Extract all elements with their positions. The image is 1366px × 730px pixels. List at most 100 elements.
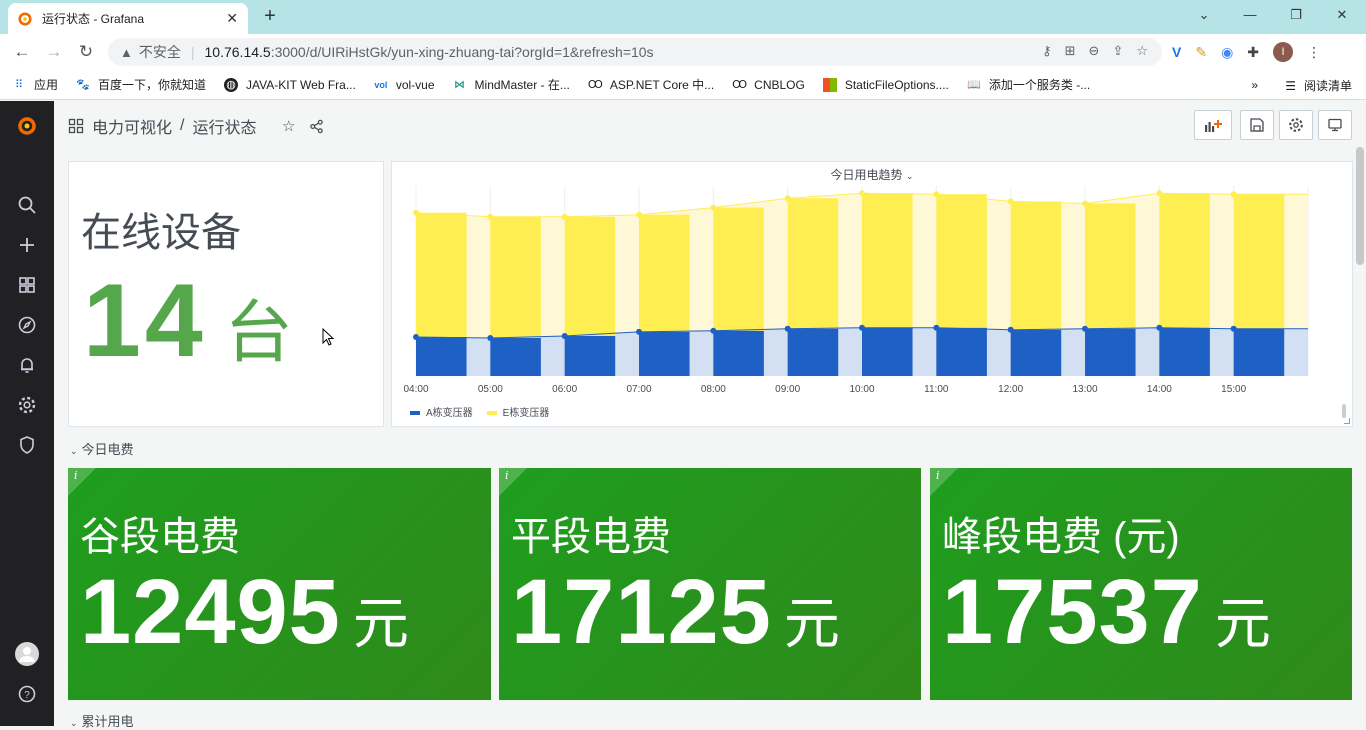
series-line-e-point-08:00[interactable] [710, 204, 717, 211]
bar-e-13:00[interactable] [1085, 203, 1136, 329]
series-line-e-point-10:00[interactable] [859, 190, 865, 197]
bar-e-08:00[interactable] [713, 207, 764, 331]
more-bookmarks-button[interactable]: » [1251, 78, 1258, 92]
bar-a-15:00[interactable] [1233, 328, 1285, 376]
bookmark-javakit[interactable]: ◍ JAVA-KIT Web Fra... [224, 77, 356, 92]
series-line-e-point-13:00[interactable] [1082, 200, 1088, 207]
share-icon[interactable] [309, 119, 324, 134]
address-bar[interactable]: ▲ 不安全 | 10.76.14.5 :3000/d/UIRiHstGk/yun… [108, 38, 1162, 66]
fee-panel-flat[interactable]: i 平段电费 17125 元 [499, 468, 921, 700]
bar-e-09:00[interactable] [787, 198, 839, 329]
bookmark-baidu[interactable]: 🐾 百度一下，你就知道 [76, 76, 206, 93]
series-line-e-point-15:00[interactable] [1230, 191, 1237, 198]
menu-kebab-icon[interactable]: ⋮ [1307, 44, 1321, 61]
fee-panel-peak[interactable]: i 峰段电费 (元) 17537 元 [930, 468, 1352, 700]
new-tab-button[interactable]: + [258, 5, 282, 29]
bookmark-mindmaster[interactable]: ⋈ MindMaster - 在... [453, 76, 570, 93]
panel-resize-handle[interactable] [1344, 418, 1350, 424]
series-line-e-point-07:00[interactable] [636, 211, 642, 218]
zoom-icon[interactable]: ⊖ [1089, 43, 1100, 59]
fee-panel-valley[interactable]: i 谷段电费 12495 元 [68, 468, 491, 700]
bar-e-11:00[interactable] [936, 194, 987, 328]
server-admin-shield-icon[interactable] [14, 432, 40, 458]
bar-a-09:00[interactable] [787, 328, 839, 376]
star-icon[interactable]: ☆ [282, 117, 295, 135]
bar-e-14:00[interactable] [1159, 193, 1210, 328]
series-line-e-point-06:00[interactable] [561, 213, 568, 220]
series-line-a-point-11:00[interactable] [933, 324, 940, 331]
extensions-puzzle-icon[interactable]: ✚ [1247, 44, 1259, 61]
reading-list-button[interactable]: ☰ 阅读清单 [1285, 77, 1352, 94]
info-icon[interactable]: i [74, 469, 78, 482]
bar-a-04:00[interactable] [416, 336, 467, 376]
search-icon[interactable] [14, 192, 40, 218]
minimize-icon[interactable]: — [1238, 4, 1262, 26]
configuration-gear-icon[interactable] [14, 392, 40, 418]
online-devices-panel[interactable]: 在线设备 14 台 [68, 161, 384, 427]
bookmark-add-service[interactable]: 📖 添加一个服务类 -... [967, 76, 1090, 93]
bookmark-staticfileoptions[interactable]: StaticFileOptions.... [822, 77, 949, 92]
row-cumulative[interactable]: ⌄ 累计用电 [70, 711, 134, 730]
dashboard-settings-button[interactable] [1279, 110, 1313, 140]
extension-broom-icon[interactable]: ✎ [1195, 44, 1207, 61]
page-scrollbar[interactable] [1356, 147, 1364, 265]
save-dashboard-button[interactable] [1240, 110, 1274, 140]
breadcrumb-folder[interactable]: 电力可视化 [92, 114, 172, 138]
add-panel-button[interactable] [1194, 110, 1232, 140]
info-icon[interactable]: i [936, 469, 940, 482]
bar-e-07:00[interactable] [639, 214, 690, 332]
breadcrumb-dashboard-title[interactable]: 运行状态 [192, 114, 256, 138]
bar-e-12:00[interactable] [1010, 201, 1062, 330]
legend-item-e[interactable]: E栋变压器 [486, 404, 549, 419]
plus-icon[interactable] [14, 232, 40, 258]
tv-mode-button[interactable] [1318, 110, 1352, 140]
bar-a-05:00[interactable] [490, 338, 541, 376]
series-line-e-point-11:00[interactable] [933, 191, 940, 198]
share-icon[interactable]: ⇪ [1112, 43, 1123, 59]
bar-a-10:00[interactable] [862, 327, 913, 376]
reload-icon[interactable]: ↻ [74, 40, 98, 64]
series-line-e-point-12:00[interactable] [1007, 198, 1014, 205]
row-today-fees[interactable]: ⌄ 今日电费 [70, 439, 134, 458]
bar-e-06:00[interactable] [564, 216, 616, 336]
bar-a-11:00[interactable] [936, 327, 987, 376]
bar-a-06:00[interactable] [564, 335, 616, 376]
extension-v-icon[interactable]: V [1172, 44, 1181, 60]
dashboards-icon[interactable] [14, 272, 40, 298]
bar-e-04:00[interactable] [416, 212, 467, 337]
close-icon[interactable]: ✕ [226, 10, 238, 27]
forward-icon[interactable]: → [42, 40, 66, 64]
series-line-e-point-14:00[interactable] [1156, 190, 1163, 197]
bar-e-15:00[interactable] [1233, 194, 1285, 329]
series-line-a-point-14:00[interactable] [1156, 324, 1163, 331]
bookmark-cnblog[interactable]: Ꝏ CNBLOG [732, 78, 805, 92]
bar-e-05:00[interactable] [490, 216, 541, 338]
bar-a-12:00[interactable] [1010, 329, 1062, 376]
legend-item-a[interactable]: A栋变压器 [410, 404, 473, 419]
browser-tab[interactable]: 运行状态 - Grafana ✕ [8, 3, 248, 34]
grafana-logo-icon[interactable] [14, 113, 40, 139]
power-trend-panel[interactable]: 今日用电趋势 ⌄ 04:00 05:00 06:00 07:00 08:00 09:00 1… [391, 161, 1353, 427]
series-line-a-point-10:00[interactable] [859, 324, 865, 331]
series-line-a-point-15:00[interactable] [1230, 325, 1237, 332]
series-line-a-point-09:00[interactable] [784, 325, 791, 332]
back-icon[interactable]: ← [10, 40, 34, 64]
tab-search-icon[interactable]: ⌄ [1192, 4, 1216, 26]
alerting-bell-icon[interactable] [14, 352, 40, 378]
window-close-icon[interactable]: ✕ [1330, 4, 1354, 26]
series-line-a-point-07:00[interactable] [636, 328, 642, 335]
bar-a-07:00[interactable] [639, 331, 690, 376]
series-line-a-point-13:00[interactable] [1082, 325, 1088, 332]
series-line-a-point-08:00[interactable] [710, 327, 717, 334]
series-line-e-point-09:00[interactable] [784, 195, 791, 202]
series-line-a-point-05:00[interactable] [487, 335, 494, 341]
bookmark-vol-vue[interactable]: vol vol-vue [374, 78, 434, 92]
series-line-e-point-05:00[interactable] [487, 213, 494, 220]
bookmark-star-icon[interactable]: ☆ [1136, 43, 1148, 59]
help-icon[interactable]: ? [14, 681, 40, 707]
bar-a-13:00[interactable] [1085, 328, 1136, 376]
bookmark-apps[interactable]: ⠿ 应用 [12, 76, 58, 93]
explore-compass-icon[interactable] [14, 312, 40, 338]
profile-avatar[interactable]: I [1273, 42, 1294, 62]
restore-icon[interactable]: ❐ [1284, 4, 1308, 26]
